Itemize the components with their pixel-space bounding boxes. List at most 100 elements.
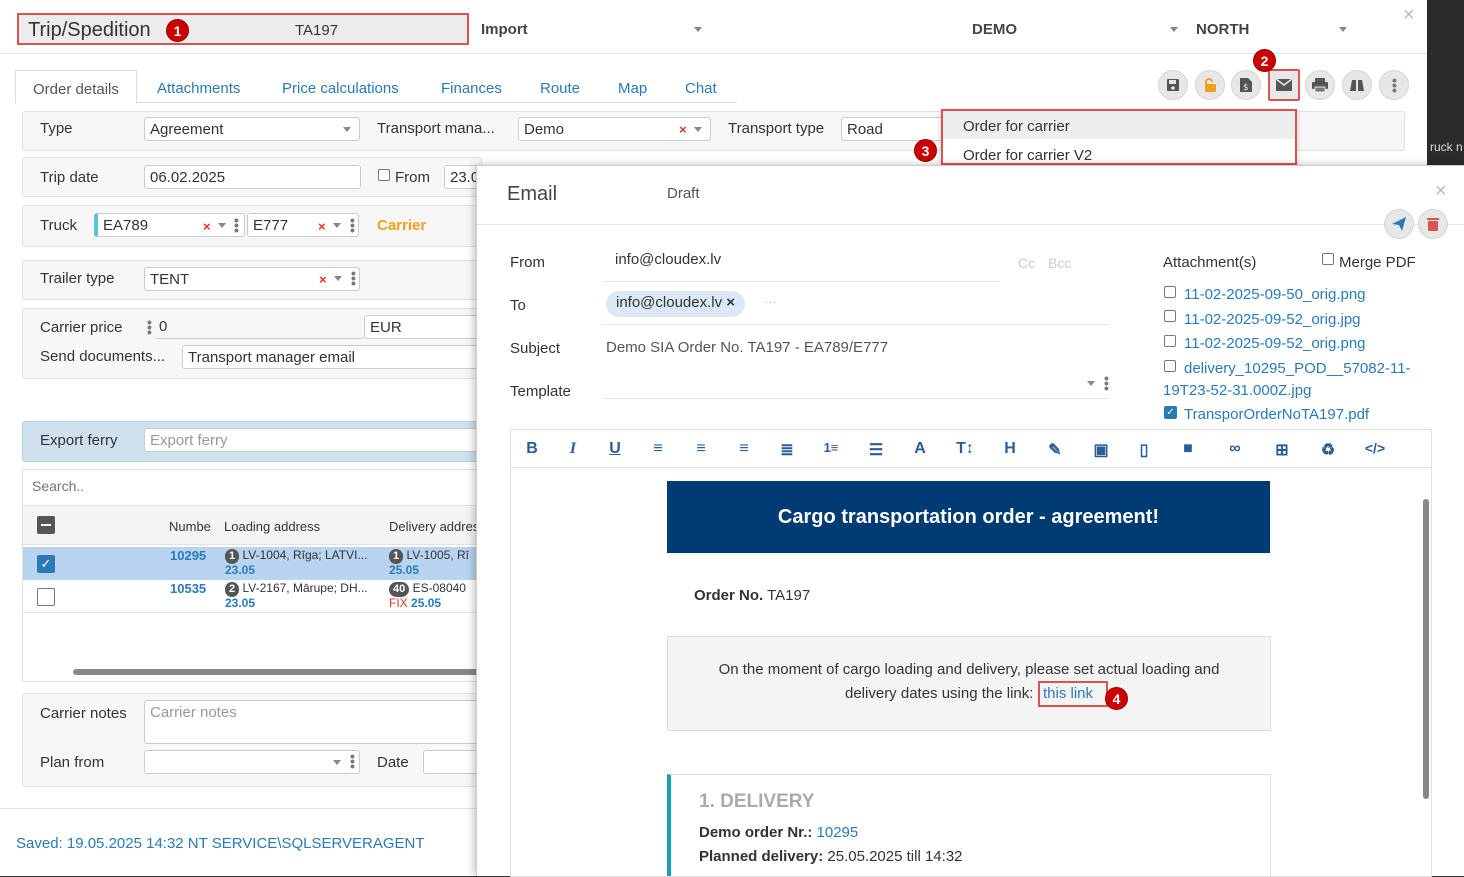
tab-chat[interactable]: Chat [685, 80, 717, 97]
attachment-link-continued[interactable]: 19T23-52-31.000Z.jpg [1163, 382, 1311, 399]
table-row[interactable]: ✓ 10295 1 LV-1004, Rīga; LATVI... 23.05 … [23, 547, 483, 580]
clear-icon[interactable]: × [319, 272, 327, 287]
send-button[interactable] [1384, 209, 1414, 239]
email-body-editor[interactable]: Cargo transportation order - agreement! … [510, 467, 1432, 877]
more-vertical-icon[interactable]: • • • [350, 213, 355, 237]
company-select[interactable]: DEMO [972, 21, 1017, 38]
chevron-down-icon[interactable] [1339, 27, 1347, 32]
attachment-link[interactable]: TransporOrderNoTA197.pdf [1184, 406, 1369, 423]
justify-icon[interactable]: ≣ [775, 440, 799, 460]
trip-date-input[interactable]: 06.02.2025 [144, 165, 361, 189]
attachment-checkbox-checked[interactable]: ✓ [1164, 406, 1177, 419]
export-ferry-input[interactable]: Export ferry [144, 428, 484, 452]
carrier-price-input[interactable]: 0 [154, 315, 364, 339]
video-icon[interactable]: ■ [1176, 440, 1200, 458]
align-center-icon[interactable]: ≡ [689, 440, 713, 458]
carrier-label[interactable]: Carrier [377, 217, 426, 234]
attachment-link[interactable]: 11-02-2025-09-52_orig.png [1184, 335, 1366, 352]
align-right-icon[interactable]: ≡ [732, 440, 756, 458]
chevron-down-icon[interactable] [694, 127, 702, 132]
trailer-select[interactable]: E777 [247, 213, 359, 237]
unordered-list-icon[interactable]: ☰ [864, 440, 888, 460]
chevron-down-icon[interactable] [333, 223, 341, 228]
font-size-icon[interactable]: T↕ [953, 440, 977, 458]
trailer-type-select[interactable]: TENT [144, 267, 360, 291]
chevron-down-icon[interactable] [333, 760, 341, 765]
tracking-link[interactable]: this link [1038, 681, 1108, 707]
chevron-down-icon[interactable] [694, 27, 702, 32]
more-vertical-icon[interactable]: • • • [350, 749, 355, 773]
underline-icon[interactable]: U [603, 440, 627, 458]
clear-icon[interactable]: × [318, 219, 326, 234]
from-input[interactable]: info@cloudex.lv [615, 251, 721, 268]
cc-button[interactable]: Cc [1018, 255, 1035, 271]
code-view-icon[interactable]: </> [1363, 440, 1387, 456]
vertical-scrollbar[interactable] [1423, 499, 1429, 799]
import-select[interactable]: Import [481, 21, 528, 38]
more-vertical-icon[interactable]: • • • [147, 315, 152, 339]
close-icon[interactable]: × [1403, 4, 1415, 27]
heading-icon[interactable]: H [998, 440, 1022, 458]
more-vertical-icon[interactable]: • • • [351, 266, 356, 290]
template-select[interactable] [602, 398, 1109, 399]
tab-order-details[interactable]: Order details [15, 70, 137, 104]
save-button[interactable] [1158, 70, 1188, 100]
more-vertical-icon[interactable]: • • • [234, 213, 239, 237]
horizontal-scrollbar[interactable] [73, 669, 483, 675]
order-number[interactable]: 10295 [170, 548, 206, 563]
currency-select[interactable]: EUR [364, 315, 484, 339]
italic-icon[interactable]: I [561, 440, 585, 458]
chevron-down-icon[interactable] [218, 223, 226, 228]
row-checkbox[interactable] [37, 588, 55, 606]
recycle-icon[interactable]: ♻ [1316, 440, 1340, 460]
link-icon[interactable]: ∞ [1223, 440, 1247, 458]
unlock-button[interactable] [1195, 70, 1225, 100]
file-icon[interactable]: ▯ [1132, 440, 1156, 460]
subject-input[interactable]: Demo SIA Order No. TA197 - EA789/E777 [606, 339, 888, 356]
chevron-down-icon[interactable] [1087, 381, 1095, 386]
brush-icon[interactable]: ✎ [1043, 440, 1067, 460]
more-vertical-icon[interactable]: • • • [1104, 371, 1109, 395]
region-select[interactable]: NORTH [1196, 21, 1249, 38]
more-recipients-icon[interactable]: ··· [764, 294, 777, 309]
select-all-checkbox[interactable] [37, 516, 55, 534]
grid-search-input[interactable]: Search.. [32, 478, 84, 494]
row-checkbox[interactable]: ✓ [37, 555, 55, 573]
attachment-checkbox[interactable] [1164, 286, 1176, 298]
font-color-icon[interactable]: A [908, 440, 932, 458]
to-recipient-chip[interactable]: info@cloudex.lv × [606, 291, 746, 317]
print-button[interactable] [1305, 70, 1335, 100]
carrier-notes-input[interactable]: Carrier notes [144, 700, 484, 744]
order-for-carrier-item[interactable]: Order for carrier [963, 118, 1070, 135]
bcc-button[interactable]: Bcc [1048, 255, 1071, 271]
table-icon[interactable]: ⊞ [1270, 440, 1294, 460]
attachment-link[interactable]: delivery_10295_POD__57082-11- [1184, 360, 1411, 377]
more-button[interactable]: • • • [1379, 70, 1409, 100]
col-number[interactable]: Numbe [169, 519, 211, 534]
attachment-checkbox[interactable] [1164, 310, 1176, 322]
attachment-link[interactable]: 11-02-2025-09-50_orig.png [1184, 286, 1366, 303]
align-left-icon[interactable]: ≡ [646, 440, 670, 458]
table-row[interactable]: 10535 2 LV-2167, Mārupe; DH... 23.05 40 … [23, 580, 483, 613]
attachment-link[interactable]: 11-02-2025-09-52_orig.jpg [1184, 311, 1361, 328]
bold-icon[interactable]: B [520, 440, 544, 458]
order-for-carrier-v2-item[interactable]: Order for carrier V2 [963, 147, 1092, 164]
attachment-checkbox[interactable] [1164, 360, 1176, 372]
from-checkbox[interactable] [378, 169, 390, 181]
col-delivery-address[interactable]: Delivery addres [389, 519, 479, 534]
attachment-checkbox[interactable] [1164, 335, 1176, 347]
merge-pdf-checkbox[interactable] [1322, 253, 1334, 265]
col-loading-address[interactable]: Loading address [224, 519, 320, 534]
clear-icon[interactable]: × [679, 122, 687, 137]
close-icon[interactable]: × [1435, 180, 1447, 203]
tab-price-calculations[interactable]: Price calculations [282, 80, 399, 97]
send-documents-select[interactable]: Transport manager email [182, 345, 484, 369]
chevron-down-icon[interactable] [334, 276, 342, 281]
order-number[interactable]: 10535 [170, 581, 206, 596]
ordered-list-icon[interactable]: 1≡ [819, 440, 843, 455]
tab-finances[interactable]: Finances [441, 80, 502, 97]
type-select[interactable]: Agreement [144, 117, 360, 141]
tab-attachments[interactable]: Attachments [157, 80, 240, 97]
image-icon[interactable]: ▣ [1089, 440, 1113, 460]
chevron-down-icon[interactable] [1170, 27, 1178, 32]
